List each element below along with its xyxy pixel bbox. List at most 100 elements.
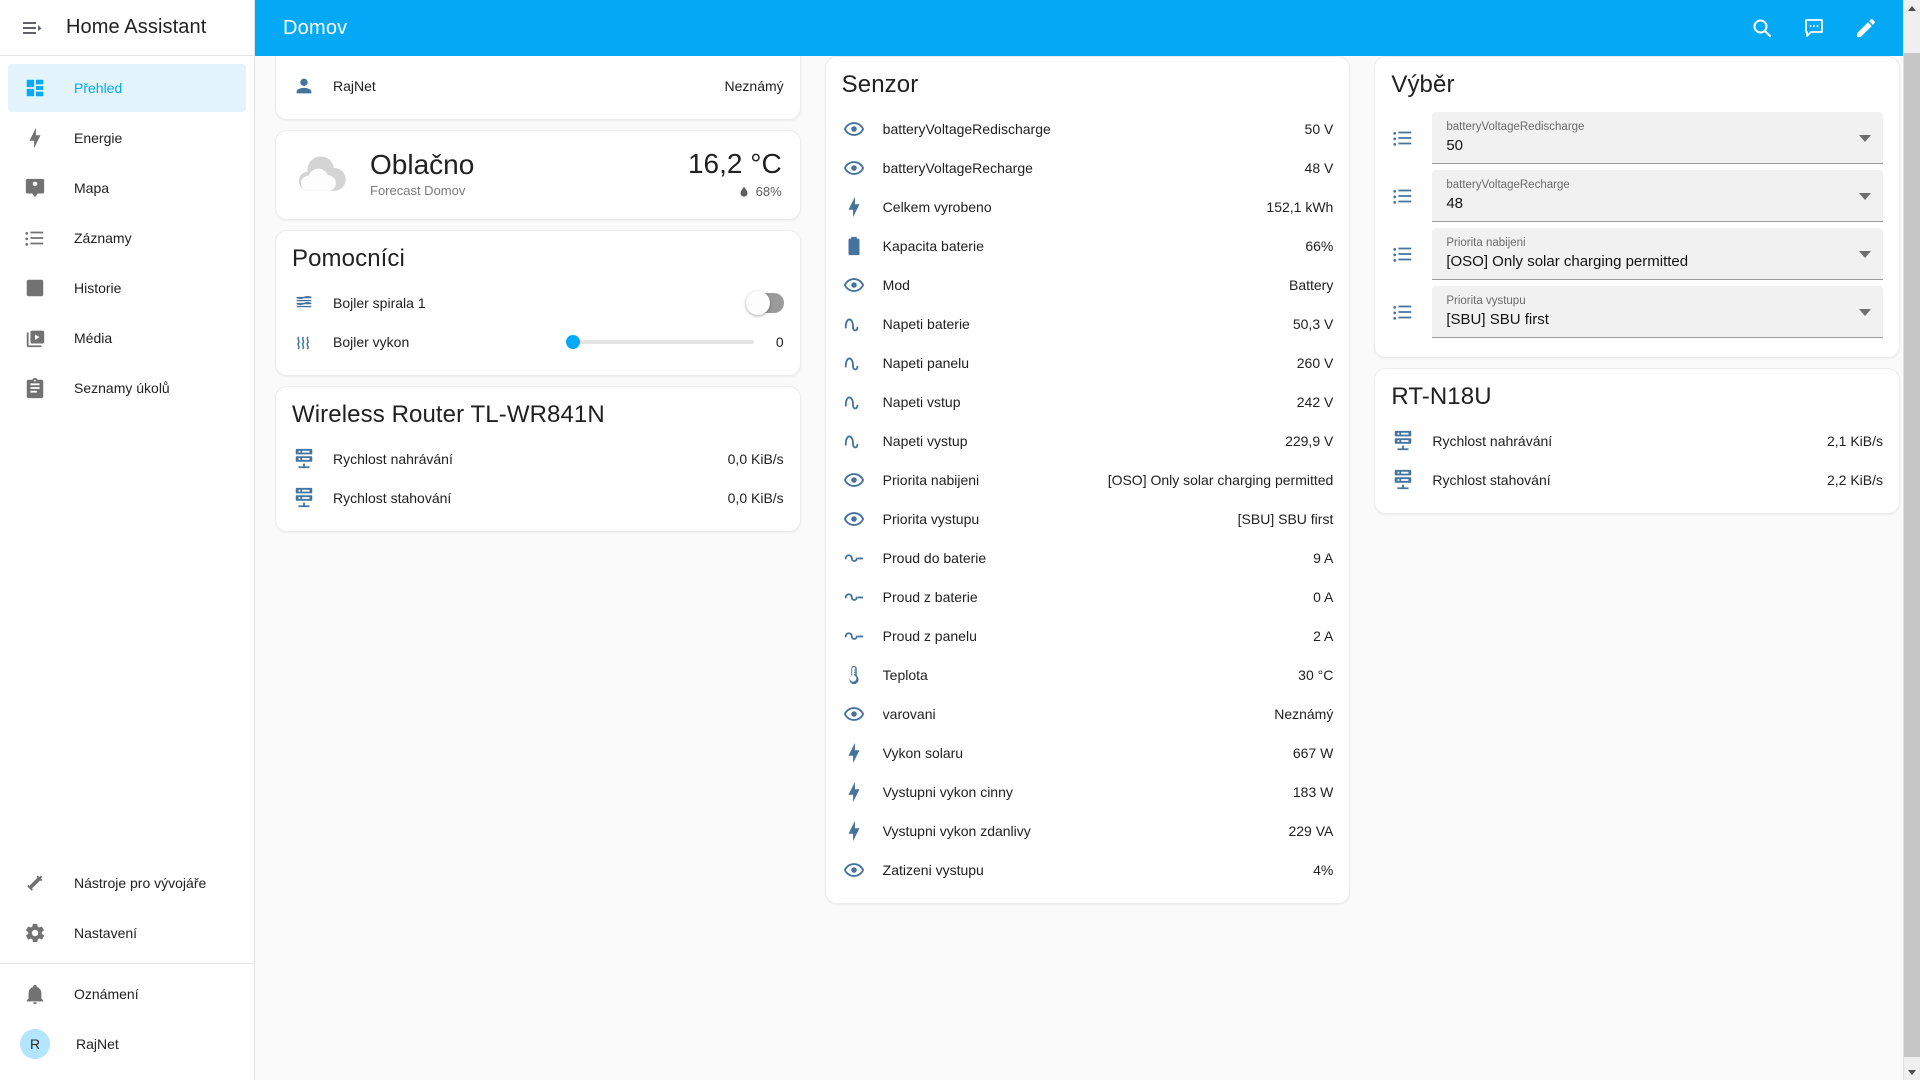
entity-value: 2,1 KiB/s: [1826, 432, 1884, 449]
select-field[interactable]: Priorita vystupu [SBU] SBU first: [1432, 286, 1884, 338]
entity-name: Mod: [882, 276, 910, 293]
slider-value: 0: [775, 333, 784, 350]
chevron-down-icon[interactable]: [1859, 192, 1872, 200]
entity-row[interactable]: Proud z baterie 0 A: [842, 577, 1334, 616]
entity-value: Battery: [1288, 276, 1334, 293]
entity-value: [OSO] Only solar charging permitted: [1107, 471, 1334, 488]
entity-row[interactable]: Teplota 30 °C: [842, 655, 1333, 694]
water-percent-icon: [737, 185, 751, 199]
entity-row[interactable]: Napeti vstup 242 V: [842, 382, 1333, 421]
entity-value: 0,0 KiB/s: [727, 489, 784, 506]
sidebar-item-seznamy-ukolu[interactable]: Seznamy úkolů: [8, 364, 246, 412]
server-network-upload-icon: [1391, 429, 1415, 453]
scrollbar-track[interactable]: [1903, 17, 1920, 1063]
page-scrollbar[interactable]: [1903, 0, 1920, 1080]
lightning-bolt-icon: [842, 195, 866, 219]
scroll-up-arrow-icon[interactable]: [1903, 0, 1920, 17]
entity-row[interactable]: varovani Neznámý: [842, 694, 1334, 733]
entity-row[interactable]: batteryVoltageRedischarge 50 V: [842, 109, 1333, 148]
entity-row[interactable]: Kapacita baterie 66%: [842, 226, 1333, 265]
select-row: Priorita vystupu [SBU] SBU first: [1391, 283, 1884, 341]
card-title: Senzor: [841, 71, 919, 98]
lightning-bolt-icon: [22, 125, 48, 151]
entity-name: Napeti vystup: [882, 432, 968, 449]
entity-name: Vykon solaru: [882, 744, 964, 761]
sidebar-item-label: Nastavení: [74, 925, 138, 941]
chevron-down-icon[interactable]: [1859, 250, 1872, 258]
menu-collapse-icon[interactable]: [12, 8, 52, 48]
eye-icon: [842, 468, 866, 492]
select-label: Priorita nabijeni: [1446, 236, 1526, 249]
scroll-down-arrow-icon[interactable]: [1903, 1063, 1920, 1080]
entity-row[interactable]: Zatizeni vystupu 4%: [842, 850, 1333, 889]
entity-value: 229 VA: [1288, 822, 1334, 839]
entity-row[interactable]: Rychlost stahování 0,0 KiB/s: [292, 478, 784, 517]
entity-value: Neznámý: [1274, 705, 1334, 722]
weather-subtitle: Forecast Domov: [370, 183, 466, 199]
sine-wave-icon: [842, 312, 866, 336]
sidebar-item-oznameni[interactable]: Oznámení: [8, 970, 246, 1018]
select-field[interactable]: batteryVoltageRecharge 48: [1432, 170, 1884, 222]
assist-icon[interactable]: [1792, 6, 1836, 50]
pencil-icon[interactable]: [1844, 6, 1888, 50]
entity-row[interactable]: Vystupni vykon zdanlivy 229 VA: [842, 811, 1334, 850]
entity-name: Rychlost nahrávání: [1432, 432, 1553, 449]
current-dc-icon: [842, 585, 866, 609]
sidebar: Home Assistant Přehled Energie Mapa Zázn…: [0, 0, 255, 1080]
chevron-down-icon[interactable]: [1859, 134, 1872, 142]
sidebar-item-label: Energie: [74, 130, 123, 146]
eye-icon: [842, 156, 866, 180]
entity-row[interactable]: Priorita vystupu [SBU] SBU first: [842, 499, 1333, 538]
scrollbar-thumb[interactable]: [1903, 53, 1920, 1057]
sidebar-item-label: Oznámení: [74, 986, 139, 1002]
battery-icon: [842, 234, 866, 258]
entity-row[interactable]: Proud z panelu 2 A: [842, 616, 1333, 655]
sidebar-item-energie[interactable]: Energie: [8, 114, 246, 162]
eye-icon: [842, 507, 866, 531]
sidebar-item-label: Média: [74, 330, 113, 346]
bell-icon: [22, 981, 48, 1007]
select-field[interactable]: Priorita nabijeni [OSO] Only solar chargi…: [1432, 228, 1884, 280]
sidebar-item-user-profile[interactable]: R RajNet: [8, 1020, 246, 1068]
sidebar-item-media[interactable]: Média: [8, 314, 246, 362]
sidebar-item-historie[interactable]: Historie: [8, 264, 246, 312]
sidebar-item-mapa[interactable]: Mapa: [8, 164, 246, 212]
switch-toggle[interactable]: [745, 290, 784, 315]
lightning-bolt-icon: [842, 780, 866, 804]
entity-name: Priorita nabijeni: [882, 471, 980, 488]
server-network-download-icon: [1391, 468, 1415, 492]
select-field[interactable]: batteryVoltageRedischarge 50: [1432, 112, 1884, 164]
chevron-down-icon[interactable]: [1859, 308, 1872, 316]
sidebar-item-developer-tools[interactable]: Nástroje pro vývojáře: [8, 859, 246, 907]
entity-row[interactable]: Napeti panelu 260 V: [842, 343, 1333, 382]
entity-row[interactable]: Rychlost nahrávání 2,1 KiB/s: [1391, 421, 1883, 460]
select-value: [OSO] Only solar charging permitted: [1446, 252, 1689, 270]
home-assistant-app: Home Assistant Přehled Energie Mapa Zázn…: [0, 0, 1920, 1080]
entity-row[interactable]: Rychlost nahrávání 0,0 KiB/s: [292, 439, 784, 478]
sidebar-item-zaznamy[interactable]: Záznamy: [8, 214, 246, 262]
entity-row[interactable]: Napeti baterie 50,3 V: [842, 304, 1333, 343]
entity-row[interactable]: Rychlost stahování 2,2 KiB/s: [1391, 460, 1883, 499]
entity-row[interactable]: Napeti vystup 229,9 V: [842, 421, 1333, 460]
search-icon[interactable]: [1740, 6, 1784, 50]
power-slider[interactable]: [565, 334, 754, 349]
entity-row[interactable]: Priorita nabijeni [OSO] Only solar chargi…: [842, 460, 1334, 499]
weather-card[interactable]: Oblačno Forecast Domov 16,2 °C 68%: [275, 130, 801, 220]
entity-row[interactable]: Proud do baterie 9 A: [842, 538, 1333, 577]
entity-row[interactable]: Mod Battery: [842, 265, 1334, 304]
view-dashboard-icon: [22, 75, 48, 101]
entity-row[interactable]: batteryVoltageRecharge 48 V: [842, 148, 1333, 187]
sidebar-item-prehled[interactable]: Přehled: [8, 64, 246, 112]
entity-row[interactable]: Vystupni vykon cinny 183 W: [842, 772, 1333, 811]
sidebar-item-label: Záznamy: [74, 230, 132, 246]
sidebar-item-nastaveni[interactable]: Nastavení: [8, 909, 246, 957]
entity-value: 0 A: [1313, 588, 1334, 605]
entity-name: Priorita vystupu: [882, 510, 980, 527]
select-value: 50: [1446, 136, 1464, 154]
heat-wave-icon: [292, 330, 316, 354]
entity-name: Bojler spirala 1: [333, 294, 426, 311]
entity-row[interactable]: Celkem vyrobeno 152,1 kWh: [842, 187, 1333, 226]
entity-name: Vystupni vykon cinny: [882, 783, 1013, 800]
entity-row[interactable]: RajNet Neznámý: [292, 66, 784, 105]
entity-row[interactable]: Vykon solaru 667 W: [842, 733, 1333, 772]
